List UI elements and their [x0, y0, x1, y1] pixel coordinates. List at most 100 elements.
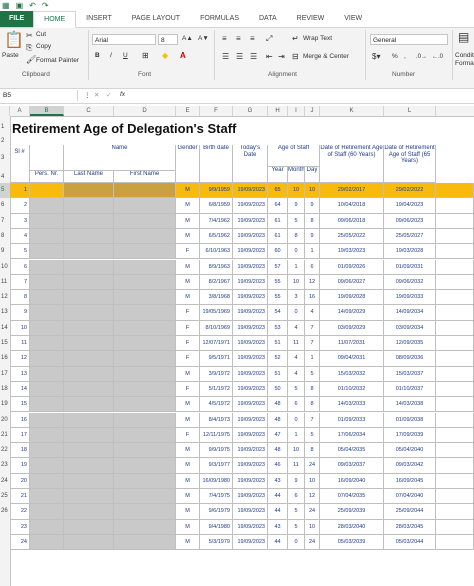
cell-day[interactable]: 10 — [305, 519, 320, 535]
cell-month[interactable]: 10 — [288, 274, 305, 291]
cell-month[interactable]: 10 — [288, 443, 305, 459]
cell-sl[interactable]: 2 — [10, 198, 30, 214]
cell-sl[interactable]: 6 — [10, 259, 30, 275]
cell-pers-nr[interactable] — [30, 366, 64, 382]
cell-todays-date[interactable]: 19/09/2023 — [233, 336, 268, 352]
row-header[interactable]: 17 — [0, 367, 10, 382]
align-middle-icon[interactable]: ≡ — [236, 34, 241, 44]
cell-birth-date[interactable]: 3/9/1972 — [200, 366, 233, 382]
cell-gender[interactable]: M — [176, 397, 200, 413]
cell-first-name[interactable] — [114, 274, 176, 291]
cell-birth-date[interactable]: 9/3/1977 — [200, 458, 233, 474]
cell-sl[interactable]: 16 — [10, 412, 30, 428]
cell-retirement-65[interactable]: 29/02/2022 — [384, 183, 436, 199]
cell-sl[interactable]: 10 — [10, 320, 30, 336]
column-header-d[interactable]: D — [114, 106, 176, 116]
cell-pers-nr[interactable] — [30, 228, 64, 245]
tab-home[interactable]: HOME — [33, 10, 77, 28]
header-last-name[interactable]: Last Name — [64, 171, 114, 183]
cell-pers-nr[interactable] — [30, 427, 64, 444]
cell-first-name[interactable] — [114, 443, 176, 459]
column-header-g[interactable]: G — [233, 106, 268, 116]
cell-sl[interactable]: 22 — [10, 504, 30, 520]
row-header[interactable]: 15 — [0, 336, 10, 351]
cell-retirement-60[interactable]: 09/04/2031 — [320, 351, 384, 367]
cell-sl[interactable]: 15 — [10, 397, 30, 413]
column-header-h[interactable]: H — [268, 106, 288, 116]
cell-gender[interactable]: M — [176, 412, 200, 428]
cell-month[interactable]: 0 — [288, 412, 305, 428]
cell-year[interactable]: 43 — [268, 519, 288, 535]
cell-retirement-65[interactable]: 19/03/2028 — [384, 244, 436, 260]
column-header-f[interactable]: F — [200, 106, 233, 116]
cell-last-name[interactable] — [64, 366, 114, 382]
column-header-e[interactable]: E — [176, 106, 200, 116]
cut-button[interactable]: Cut — [36, 31, 46, 38]
cell-retirement-60[interactable]: 19/03/2023 — [320, 244, 384, 260]
column-header-b[interactable]: B — [30, 106, 64, 116]
italic-button[interactable]: I — [110, 52, 112, 59]
cell-year[interactable]: 64 — [268, 198, 288, 214]
cell-first-name[interactable] — [114, 213, 176, 229]
cell-year[interactable]: 61 — [268, 213, 288, 229]
merge-center-icon[interactable]: ⊟ — [292, 52, 299, 62]
header-first-name[interactable]: First Name — [114, 171, 176, 183]
enter-icon[interactable]: ✓ — [106, 91, 111, 99]
cell-empty[interactable] — [436, 336, 474, 352]
cell-year[interactable]: 55 — [268, 274, 288, 291]
cell-sl[interactable]: 18 — [10, 443, 30, 459]
cell-todays-date[interactable]: 19/09/2023 — [233, 504, 268, 520]
cell-birth-date[interactable]: 5/3/1979 — [200, 534, 233, 551]
cell-first-name[interactable] — [114, 489, 176, 505]
cell-sl[interactable]: 11 — [10, 336, 30, 352]
cell-first-name[interactable] — [114, 458, 176, 474]
header-sl[interactable]: Sl # — [10, 145, 30, 183]
cell-retirement-60[interactable]: 05/03/2039 — [320, 534, 384, 551]
cell-todays-date[interactable]: 19/09/2023 — [233, 198, 268, 214]
cell-empty[interactable] — [436, 519, 474, 535]
grow-font-icon[interactable]: A▲ — [182, 34, 193, 44]
cell-last-name[interactable] — [64, 320, 114, 336]
cell-todays-date[interactable]: 19/09/2023 — [233, 458, 268, 474]
cell-pers-nr[interactable] — [30, 351, 64, 367]
cell-pers-nr[interactable] — [30, 473, 64, 489]
cell-retirement-60[interactable]: 17/06/2034 — [320, 427, 384, 444]
row-header[interactable] — [0, 520, 10, 535]
cell-day[interactable]: 9 — [305, 198, 320, 214]
tab-view[interactable]: VIEW — [334, 11, 372, 27]
cell-todays-date[interactable]: 19/09/2023 — [233, 259, 268, 275]
cell-day[interactable]: 8 — [305, 213, 320, 229]
decrease-decimal-icon[interactable]: ←.0 — [432, 52, 443, 62]
cell-retirement-65[interactable]: 09/03/2042 — [384, 458, 436, 474]
row-header[interactable]: 14 — [0, 321, 10, 336]
tab-insert[interactable]: INSERT — [76, 11, 122, 27]
cell-retirement-60[interactable]: 09/03/2037 — [320, 458, 384, 474]
cell-first-name[interactable] — [114, 244, 176, 260]
cell-day[interactable]: 12 — [305, 489, 320, 505]
cell-gender[interactable]: M — [176, 183, 200, 199]
copy-button[interactable]: Copy — [36, 43, 51, 50]
cell-retirement-65[interactable]: 05/03/2044 — [384, 534, 436, 551]
cell-month[interactable]: 9 — [288, 473, 305, 489]
cell-gender[interactable]: F — [176, 244, 200, 260]
cell-empty[interactable] — [436, 366, 474, 382]
cell-empty[interactable] — [436, 244, 474, 260]
number-format-select[interactable]: General — [370, 34, 448, 45]
cell-first-name[interactable] — [114, 351, 176, 367]
cell-first-name[interactable] — [114, 381, 176, 398]
cell-retirement-60[interactable]: 25/05/2022 — [320, 228, 384, 245]
cell-birth-date[interactable]: 9/6/1979 — [200, 504, 233, 520]
cell-last-name[interactable] — [64, 290, 114, 306]
conditional-formatting-icon[interactable]: ▤ — [458, 31, 469, 43]
conditional-formatting-button[interactable]: Conditional Forma — [455, 52, 474, 68]
cell-retirement-60[interactable]: 29/02/2017 — [320, 183, 384, 199]
cell-retirement-60[interactable]: 15/03/2032 — [320, 366, 384, 382]
cell-sl[interactable]: 5 — [10, 244, 30, 260]
header-day[interactable]: Day — [305, 167, 320, 183]
cell-empty[interactable] — [436, 381, 474, 398]
cell-sl[interactable]: 19 — [10, 458, 30, 474]
header-pers-nr[interactable]: Pers. Nr. — [30, 171, 64, 183]
cell-month[interactable]: 11 — [288, 458, 305, 474]
row-header[interactable]: 8 — [0, 229, 10, 244]
cell-day[interactable]: 8 — [305, 443, 320, 459]
